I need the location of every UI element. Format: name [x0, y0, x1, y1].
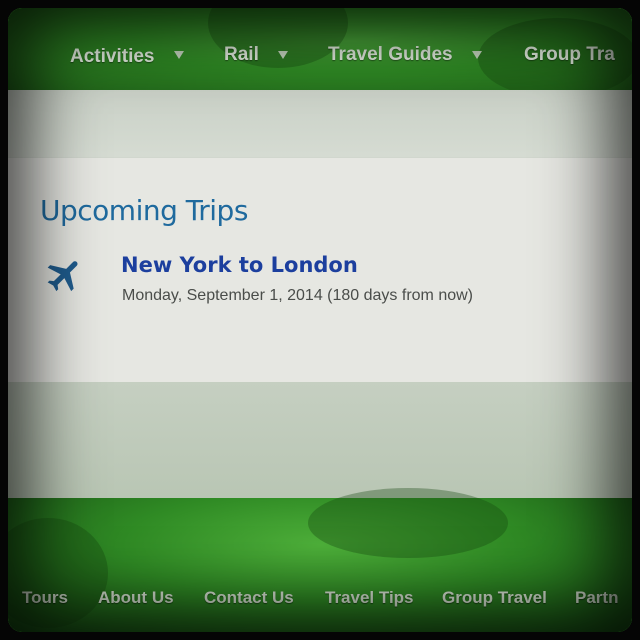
trip-date: Monday, September 1, 2014 (180 days from…: [122, 287, 473, 304]
footer-link-travel-tips[interactable]: Travel Tips: [325, 588, 414, 608]
browser-screen: Activities Rail Travel Guides Group Tra …: [8, 8, 632, 632]
airplane-icon: [47, 261, 78, 292]
map-shape: [308, 488, 508, 558]
footer-link-partners[interactable]: Partn: [575, 588, 618, 608]
chevron-down-icon[interactable]: [472, 51, 482, 59]
top-navigation: Activities Rail Travel Guides Group Tra: [8, 8, 632, 98]
footer-link-tours[interactable]: Tours: [22, 588, 68, 608]
nav-travel-guides[interactable]: Travel Guides: [328, 44, 453, 66]
footer-link-contact-us[interactable]: Contact Us: [204, 588, 294, 608]
footer-navigation: [8, 488, 632, 632]
trip-link[interactable]: New York to London: [121, 253, 358, 277]
page-band: [8, 382, 632, 498]
footer-link-about-us[interactable]: About Us: [98, 588, 174, 608]
nav-activities[interactable]: Activities: [70, 46, 154, 68]
map-shape: [8, 518, 108, 628]
chevron-down-icon[interactable]: [174, 51, 184, 59]
chevron-down-icon[interactable]: [278, 51, 288, 59]
upcoming-trips-heading: Upcoming Trips: [40, 194, 248, 227]
page-band: [8, 90, 632, 160]
nav-group-travel[interactable]: Group Tra: [524, 44, 615, 66]
nav-rail[interactable]: Rail: [224, 44, 259, 66]
footer-link-group-travel[interactable]: Group Travel: [442, 588, 547, 608]
